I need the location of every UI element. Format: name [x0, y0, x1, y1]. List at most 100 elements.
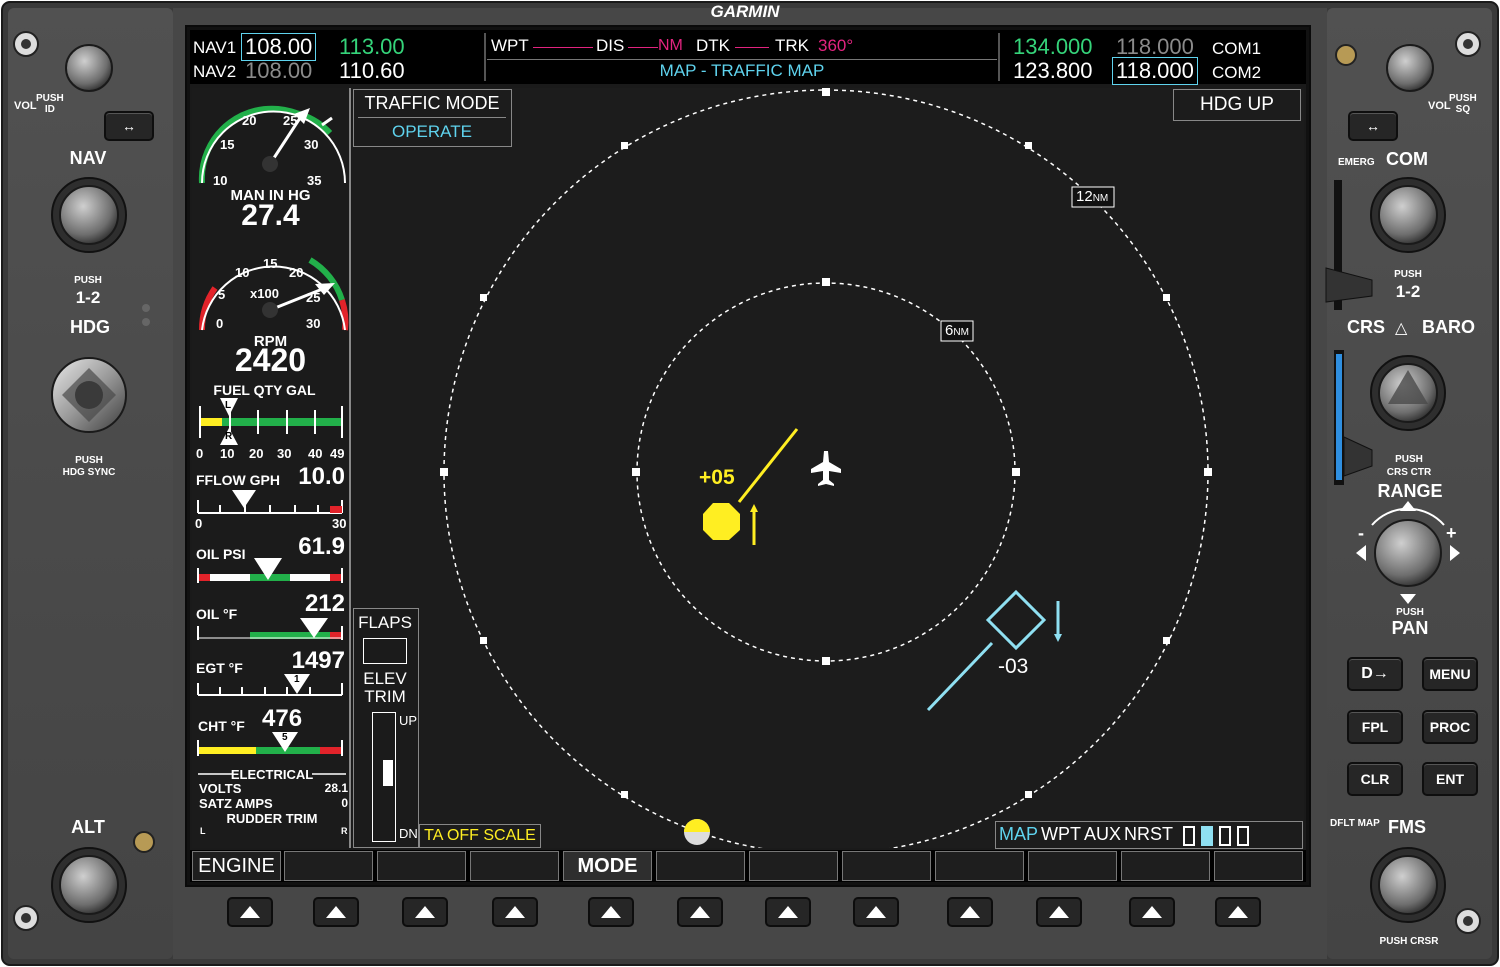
direct-to-button[interactable]: D→ — [1347, 657, 1403, 691]
push-hdg-sync-label2: HDG SYNC — [62, 467, 116, 478]
rpm-mult: x100 — [250, 286, 279, 301]
nav-bar-divider-right — [998, 33, 1000, 81]
page-group-wpt: WPT — [1041, 824, 1081, 844]
softkey-button-9[interactable] — [947, 897, 993, 927]
softkey-button-2[interactable] — [313, 897, 359, 927]
com2-active-freq[interactable]: 123.800 — [1013, 58, 1093, 84]
map-tick-10: 10 — [213, 173, 228, 188]
softkey-11 — [1121, 851, 1210, 881]
softkey-6 — [656, 851, 745, 881]
softkey-button-11[interactable] — [1129, 897, 1175, 927]
com-swap-button[interactable]: ↔ — [1348, 111, 1398, 141]
cht-cylinder: 5 — [282, 732, 288, 743]
page-indicator-3 — [1219, 826, 1231, 846]
oil-temp-label: OIL °F — [196, 606, 238, 622]
softkey-12 — [1214, 851, 1303, 881]
push-crs-ctr-label2: CRS CTR — [1386, 467, 1432, 478]
emerg-label: EMERG — [1338, 157, 1375, 168]
dflt-map-label: DFLT MAP — [1330, 818, 1380, 829]
fflow-value: 10.0 — [298, 463, 345, 490]
page-indicator-1 — [1183, 826, 1195, 846]
map-tick-25: 25 — [283, 113, 298, 128]
nav2-standby-freq[interactable]: 110.60 — [339, 58, 405, 84]
fflow-label: FFLOW GPH — [196, 472, 280, 488]
oil-psi-value: 61.9 — [298, 533, 345, 560]
softkey-button-3[interactable] — [402, 897, 448, 927]
softkey-9 — [935, 851, 1024, 881]
softkey-button-7[interactable] — [765, 897, 811, 927]
elev-trim-pointer — [383, 760, 393, 786]
range-ring-inner: 6NM — [945, 322, 969, 339]
up-arrow-icon — [326, 906, 346, 918]
traffic2-altitude: -03 — [998, 655, 1029, 678]
nav2-label: NAV2 — [193, 62, 237, 81]
com2-label: COM2 — [1212, 63, 1262, 82]
ent-button[interactable]: ENT — [1422, 762, 1478, 796]
nav1-standby-freq[interactable]: 113.00 — [339, 34, 405, 60]
rudder-trim-label: RUDDER TRIM — [226, 811, 318, 826]
nav-vol-knob[interactable] — [65, 44, 113, 92]
hdg-label: HDG — [70, 317, 110, 337]
push-hdg-sync-label1: PUSH — [75, 455, 103, 466]
range-ring-outer: 12NM — [1076, 188, 1109, 205]
map-value: 27.4 — [241, 199, 300, 232]
fuel-tick-20: 20 — [249, 446, 264, 461]
com-knob[interactable] — [1370, 177, 1446, 253]
traffic-advisory-icon — [703, 503, 740, 540]
rpm-tick-30: 30 — [306, 316, 321, 331]
crs-baro-knob[interactable] — [1370, 355, 1446, 431]
page-group-nrst: NRST — [1124, 824, 1173, 844]
ta-off-scale: TA OFF SCALE — [419, 824, 541, 848]
com-vol-knob[interactable] — [1386, 44, 1434, 92]
rpm-value: 2420 — [234, 342, 307, 378]
dis-unit: NM — [658, 37, 683, 54]
nav-knob[interactable] — [51, 177, 127, 253]
nav1-active-freq[interactable]: 108.00 — [241, 33, 317, 61]
map-tick-20: 20 — [242, 113, 257, 128]
up-arrow-icon — [505, 906, 525, 918]
crs-label: CRS — [1347, 317, 1386, 337]
page-group-aux: AUX — [1084, 824, 1122, 844]
softkey-button-12[interactable] — [1215, 897, 1261, 927]
com2-standby-freq[interactable]: 118.000 — [1112, 57, 1198, 85]
softkey-10 — [1028, 851, 1117, 881]
page-indicator-4 — [1237, 826, 1249, 846]
dis-dash — [628, 47, 658, 48]
traffic-mode-divider — [358, 117, 506, 118]
softkey-button-1[interactable] — [227, 897, 273, 927]
nav-bar-divider-left — [484, 33, 486, 81]
softkey-2 — [284, 851, 373, 881]
fpl-button[interactable]: FPL — [1347, 710, 1403, 744]
softkey-button-10[interactable] — [1036, 897, 1082, 927]
up-arrow-icon — [240, 906, 260, 918]
proc-button[interactable]: PROC — [1422, 710, 1478, 744]
nav2-active-freq[interactable]: 108.00 — [245, 58, 312, 84]
softkey-button-4[interactable] — [492, 897, 538, 927]
flaps-label: FLAPS — [358, 613, 412, 632]
menu-button[interactable]: MENU — [1422, 657, 1478, 691]
up-arrow-icon — [690, 906, 710, 918]
egt-cylinder: 1 — [294, 674, 300, 685]
amps-label: SATZ AMPS — [199, 796, 273, 811]
dtk-label: DTK — [696, 36, 730, 55]
hdg-knob[interactable] — [51, 357, 127, 433]
cht-label: CHT °F — [198, 718, 245, 734]
volts-value: 28.1 — [324, 781, 348, 795]
direct-to-icon: D→ — [1361, 665, 1389, 682]
alt-label: ALT — [71, 817, 105, 837]
proximate-traffic-icon — [985, 589, 1047, 651]
rudder-trim-r: R — [341, 826, 348, 836]
softkey-button-5[interactable] — [588, 897, 634, 927]
clr-button[interactable]: CLR — [1347, 762, 1403, 796]
softkey-button-6[interactable] — [677, 897, 723, 927]
baro-label: BARO — [1422, 317, 1475, 337]
com1-active-freq[interactable]: 134.000 — [1013, 34, 1093, 60]
nav-label: NAV — [69, 148, 107, 168]
swap-arrows-icon: ↔ — [122, 118, 136, 134]
nav-swap-button[interactable]: ↔ — [104, 111, 154, 141]
nav-12-label: 1-2 — [75, 288, 101, 307]
softkey-button-8[interactable] — [853, 897, 899, 927]
alt-knob[interactable] — [51, 847, 127, 923]
traffic1-altitude: +05 — [699, 466, 735, 489]
fms-knob[interactable] — [1370, 847, 1446, 923]
